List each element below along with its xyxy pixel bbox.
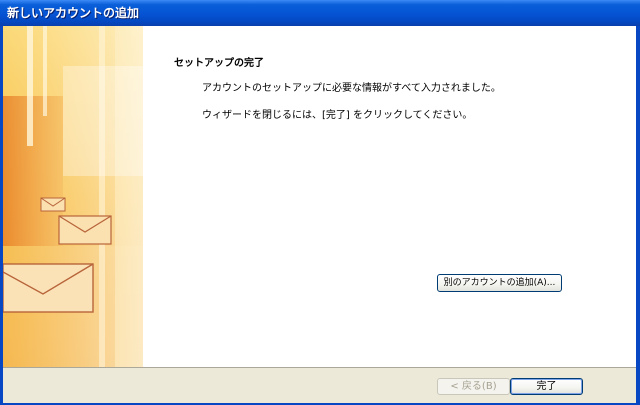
wizard-banner-illustration [3,26,143,367]
page-heading: セットアップの完了 [174,58,264,69]
envelope-icon [58,215,112,245]
window-frame-right [636,26,640,405]
wizard-banner-art [3,26,143,367]
finish-button-label: 完了 [536,381,557,392]
instruction-message: ウィザードを閉じるには、[完了] をクリックしてください。 [202,110,473,121]
back-button[interactable]: < 戻る(B) [437,378,510,395]
window-title: 新しいアカウントの追加 [7,6,140,20]
wizard-content-panel: セットアップの完了 アカウントのセットアップに必要な情報がすべて入力されました。… [143,26,636,367]
envelope-icon [40,197,66,212]
wizard-footer: < 戻る(B) 完了 [3,367,636,403]
envelope-icon [3,263,94,313]
add-another-account-button[interactable]: 別のアカウントの追加(A)... [437,274,562,292]
back-button-label: < 戻る(B) [450,381,497,392]
completion-message: アカウントのセットアップに必要な情報がすべて入力されました。 [202,83,501,94]
window-title-bar[interactable]: 新しいアカウントの追加 [0,0,640,26]
add-another-account-label: 別のアカウントの追加(A)... [443,278,556,288]
finish-button[interactable]: 完了 [510,378,583,395]
